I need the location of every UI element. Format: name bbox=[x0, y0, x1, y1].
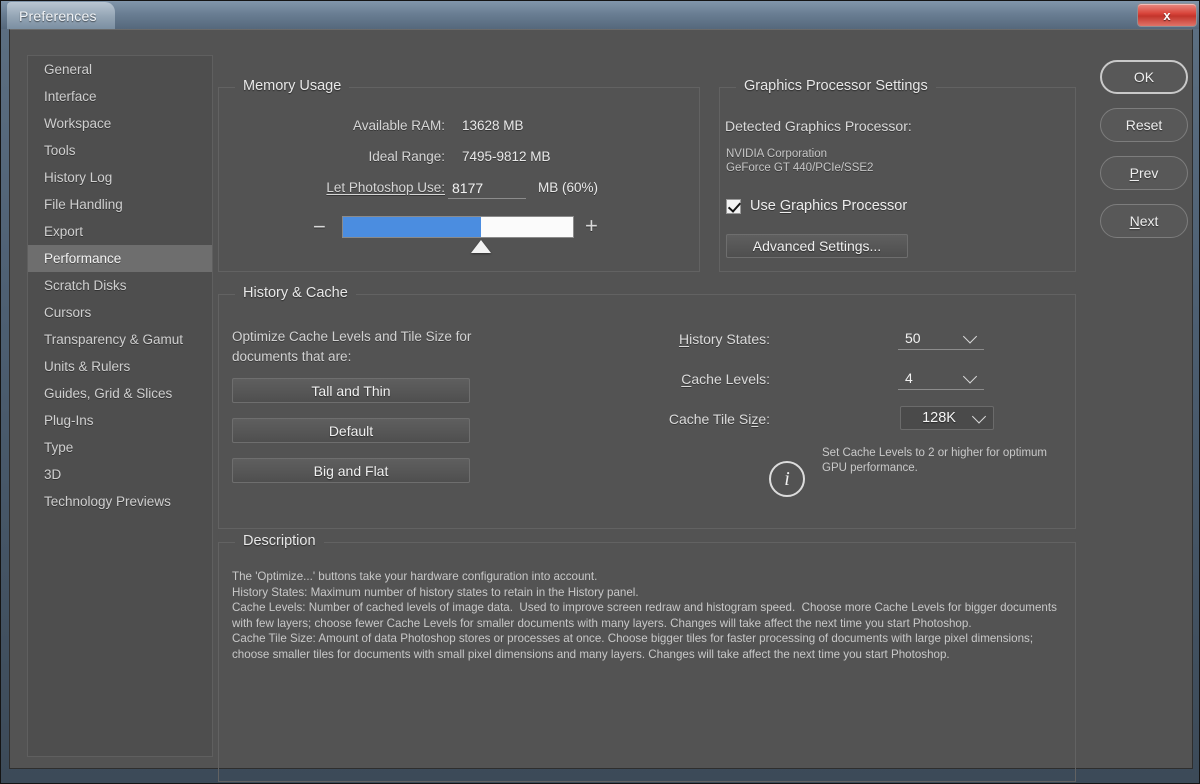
detected-gpu-label: Detected Graphics Processor: bbox=[725, 118, 912, 134]
info-icon: i bbox=[769, 461, 805, 497]
gpu-vendor-text: NVIDIA Corporation bbox=[726, 148, 827, 160]
sidebar-item-label: Type bbox=[44, 440, 74, 455]
ideal-range-label: Ideal Range: bbox=[368, 149, 445, 164]
prev-button-label-first: P bbox=[1129, 165, 1139, 181]
memory-unit-label: MB (60%) bbox=[538, 180, 599, 195]
prev-button[interactable]: Prev bbox=[1100, 156, 1188, 190]
checkbox-icon[interactable] bbox=[726, 198, 741, 214]
description-legend: Description bbox=[235, 533, 324, 549]
sidebar-item-label: Export bbox=[44, 224, 84, 239]
sidebar-item-technology-previews[interactable]: Technology Previews bbox=[28, 488, 212, 515]
sidebar-item-label: 3D bbox=[44, 467, 62, 482]
cache-levels-label: Cache Levels: bbox=[681, 371, 770, 387]
cache-tile-size-label: Cache Tile Size: bbox=[668, 411, 770, 427]
chevron-down-icon bbox=[962, 328, 978, 344]
sidebar-item-units-rulers[interactable]: Units & Rulers bbox=[28, 353, 212, 380]
memory-slider-track[interactable] bbox=[342, 216, 574, 238]
advanced-settings-button[interactable]: Advanced Settings... bbox=[726, 234, 908, 258]
sidebar-item-file-handling[interactable]: File Handling bbox=[28, 191, 212, 218]
sidebar-item-label: Guides, Grid & Slices bbox=[44, 386, 173, 401]
graphics-processor-legend: Graphics Processor Settings bbox=[736, 78, 936, 94]
chevron-down-icon bbox=[971, 409, 987, 424]
preferences-dialog: General Interface Workspace Tools History Lo… bbox=[9, 29, 1193, 782]
sidebar-item-history-log[interactable]: History Log bbox=[28, 164, 212, 191]
optimize-default-button[interactable]: Default bbox=[232, 418, 470, 443]
sidebar-item-workspace[interactable]: Workspace bbox=[28, 110, 212, 137]
let-photoshop-use-label: Let Photoshop Use: bbox=[326, 180, 445, 195]
sidebar-item-label: Plug-Ins bbox=[44, 413, 94, 428]
memory-slider-increase-button[interactable]: + bbox=[585, 215, 598, 237]
cache-tile-size-dropdown[interactable]: 128K bbox=[900, 406, 994, 430]
sidebar-item-label: Workspace bbox=[44, 116, 112, 131]
sidebar-item-general[interactable]: General bbox=[28, 56, 212, 83]
gpu-model-text: GeForce GT 440/PCIe/SSE2 bbox=[726, 162, 874, 174]
sidebar-item-interface[interactable]: Interface bbox=[28, 83, 212, 110]
title-bar: Preferences x bbox=[1, 1, 1199, 29]
sidebar-item-label: Scratch Disks bbox=[44, 278, 127, 293]
gpu-performance-hint: Set Cache Levels to 2 or higher for opti… bbox=[822, 447, 1048, 474]
ideal-range-value: 7495-9812 MB bbox=[462, 149, 551, 164]
ok-button[interactable]: OK bbox=[1100, 60, 1188, 94]
sidebar-item-label: Technology Previews bbox=[44, 494, 171, 509]
next-button[interactable]: Next bbox=[1100, 204, 1188, 238]
sidebar-item-export[interactable]: Export bbox=[28, 218, 212, 245]
let-photoshop-use-input[interactable] bbox=[448, 178, 526, 199]
sidebar-item-label: File Handling bbox=[44, 197, 123, 212]
optimize-hint-text: Optimize Cache Levels and Tile Size for … bbox=[232, 329, 472, 364]
close-icon: x bbox=[1163, 7, 1171, 23]
memory-slider-thumb[interactable] bbox=[471, 240, 492, 253]
preferences-category-list[interactable]: General Interface Workspace Tools History Lo… bbox=[27, 55, 213, 757]
memory-usage-legend: Memory Usage bbox=[235, 78, 350, 94]
sidebar-item-label: History Log bbox=[44, 170, 113, 185]
history-states-dropdown[interactable]: 50 bbox=[898, 326, 984, 350]
sidebar-item-label: Tools bbox=[44, 143, 76, 158]
sidebar-item-transparency-gamut[interactable]: Transparency & Gamut bbox=[28, 326, 212, 353]
sidebar-item-label: Units & Rulers bbox=[44, 359, 131, 374]
close-button[interactable]: x bbox=[1137, 3, 1197, 27]
sidebar-item-3d[interactable]: 3D bbox=[28, 461, 212, 488]
optimize-big-and-flat-button[interactable]: Big and Flat bbox=[232, 458, 470, 483]
use-graphics-processor-label: Use Graphics Processor bbox=[750, 198, 908, 214]
history-states-label: History States: bbox=[678, 331, 770, 347]
sidebar-item-tools[interactable]: Tools bbox=[28, 137, 212, 164]
sidebar-item-label: General bbox=[44, 62, 93, 77]
cache-tile-size-value: 128K bbox=[922, 410, 956, 426]
sidebar-item-guides-grid-slices[interactable]: Guides, Grid & Slices bbox=[28, 380, 212, 407]
next-button-label-first: N bbox=[1129, 213, 1140, 229]
history-states-value: 50 bbox=[905, 329, 921, 346]
sidebar-item-label: Cursors bbox=[44, 305, 92, 320]
sidebar-item-type[interactable]: Type bbox=[28, 434, 212, 461]
memory-slider-decrease-button[interactable]: − bbox=[313, 216, 326, 238]
cache-levels-value: 4 bbox=[905, 369, 913, 386]
sidebar-item-label: Performance bbox=[44, 251, 122, 266]
sidebar-item-performance[interactable]: Performance bbox=[28, 245, 212, 272]
history-cache-legend: History & Cache bbox=[235, 285, 356, 301]
sidebar-item-label: Interface bbox=[44, 89, 97, 104]
optimize-tall-and-thin-button[interactable]: Tall and Thin bbox=[232, 378, 470, 403]
chevron-down-icon bbox=[962, 368, 978, 384]
sidebar-item-cursors[interactable]: Cursors bbox=[28, 299, 212, 326]
sidebar-item-label: Transparency & Gamut bbox=[44, 332, 184, 347]
window-title-tab: Preferences bbox=[7, 2, 115, 29]
use-graphics-processor-checkbox-row[interactable]: Use Graphics Processor bbox=[726, 198, 907, 214]
available-ram-value: 13628 MB bbox=[462, 118, 524, 133]
cache-levels-dropdown[interactable]: 4 bbox=[898, 366, 984, 390]
sidebar-item-scratch-disks[interactable]: Scratch Disks bbox=[28, 272, 212, 299]
memory-slider-fill bbox=[343, 217, 481, 237]
reset-button[interactable]: Reset bbox=[1100, 108, 1188, 142]
preferences-window: Preferences x General Interface Workspace T… bbox=[0, 0, 1200, 784]
sidebar-item-plug-ins[interactable]: Plug-Ins bbox=[28, 407, 212, 434]
description-body-text: The 'Optimize...' buttons take your hard… bbox=[232, 570, 1057, 661]
available-ram-label: Available RAM: bbox=[352, 118, 445, 133]
window-title: Preferences bbox=[19, 7, 97, 24]
